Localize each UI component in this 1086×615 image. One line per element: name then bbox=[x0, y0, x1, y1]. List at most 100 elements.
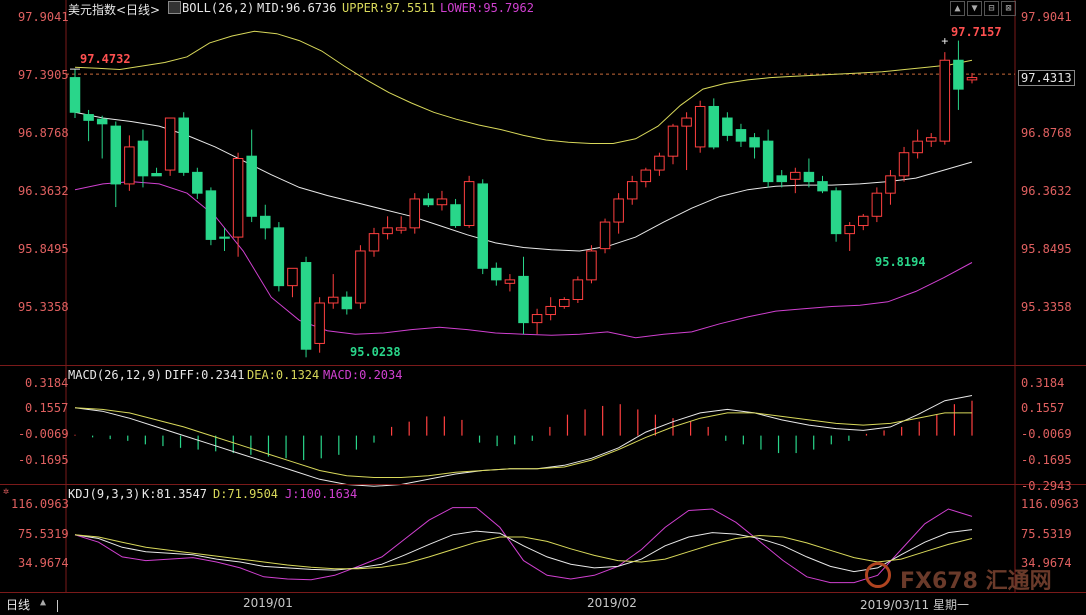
panel-separator-macd bbox=[0, 365, 1086, 366]
macd-label: MACD(26,12,9) bbox=[68, 368, 162, 382]
candle-body bbox=[708, 105, 720, 148]
candle-body bbox=[423, 198, 434, 206]
price-tick-left: 95.3358 bbox=[18, 300, 69, 314]
candle-body bbox=[314, 302, 325, 344]
candle-body bbox=[463, 181, 475, 227]
kdj-k-line bbox=[74, 529, 973, 573]
candle-body bbox=[355, 250, 366, 304]
period-tab[interactable]: 日线 bbox=[6, 596, 30, 613]
macd-dea-value: DEA:0.1324 bbox=[247, 368, 320, 382]
close-panel-icon[interactable]: ⊠ bbox=[1001, 1, 1016, 16]
kdj-tick-left: 75.5319 bbox=[18, 527, 69, 541]
candle-body bbox=[762, 140, 774, 183]
scroll-up-icon[interactable]: ▲ bbox=[950, 1, 965, 16]
price-tick-left: 95.8495 bbox=[18, 242, 69, 256]
macd-diff-value: DIFF:0.2341 bbox=[165, 368, 245, 382]
macd-tick-right: -0.1695 bbox=[1021, 453, 1072, 467]
boll-lower-value: LOWER:95.7962 bbox=[440, 1, 534, 15]
candle-body bbox=[436, 198, 448, 206]
kdj-tick-right: 75.5319 bbox=[1021, 527, 1072, 541]
candle-body bbox=[137, 140, 149, 177]
candle-body bbox=[69, 77, 81, 113]
macd-value: MACD:0.2034 bbox=[323, 368, 403, 382]
candle-body bbox=[219, 236, 230, 239]
candle-body bbox=[966, 77, 978, 81]
watermark-logo-icon bbox=[865, 562, 891, 588]
instrument-title: 美元指数<日线> bbox=[68, 3, 161, 17]
price-tick-left: 96.3632 bbox=[18, 184, 69, 198]
candle-body bbox=[871, 192, 883, 217]
macd-dea-line bbox=[74, 407, 972, 478]
candle-body bbox=[735, 129, 747, 142]
scroll-down-icon[interactable]: ▼ bbox=[967, 1, 982, 16]
macd-tick-right: -0.0069 bbox=[1021, 427, 1072, 441]
boll-upper-line bbox=[74, 30, 973, 144]
candle-body bbox=[599, 221, 611, 250]
settings-gear-icon[interactable]: ✲ bbox=[3, 486, 9, 497]
candle-body bbox=[925, 137, 937, 142]
kdj-d-value: D:71.9504 bbox=[213, 487, 279, 501]
macd-tick-left: 0.3184 bbox=[25, 376, 69, 390]
candle-body bbox=[327, 296, 339, 304]
candle-body bbox=[626, 181, 638, 200]
candle-body bbox=[205, 190, 217, 240]
grid-lines bbox=[65, 0, 1016, 592]
candle-body bbox=[681, 117, 692, 127]
candle-body bbox=[300, 262, 312, 350]
minimize-panel-icon[interactable]: ⊟ bbox=[984, 1, 999, 16]
last-date-label: 2019/03/11 星期一 bbox=[860, 598, 969, 612]
candle-body bbox=[830, 190, 842, 235]
candle-body bbox=[83, 114, 94, 121]
kdj-k-value: K:81.3547 bbox=[142, 487, 208, 501]
low-price-label-mar: 95.8194 bbox=[875, 255, 926, 269]
macd-tick-right: 0.3184 bbox=[1021, 376, 1065, 390]
candle-body bbox=[694, 105, 706, 148]
candle-body bbox=[477, 183, 488, 269]
price-tick-left: 97.3905 bbox=[18, 68, 69, 82]
candle-body bbox=[817, 181, 828, 192]
candle-body bbox=[559, 299, 570, 307]
candlestick-series bbox=[69, 40, 978, 358]
kdj-d-line bbox=[74, 534, 973, 570]
price-tick-left: 96.8768 bbox=[18, 126, 69, 140]
kdj-tick-left: 116.0963 bbox=[11, 497, 69, 511]
macd-tick-left: -0.0069 bbox=[18, 427, 69, 441]
boll-label: BOLL(26,2) bbox=[182, 1, 255, 15]
candle-body bbox=[246, 155, 257, 217]
candle-body bbox=[898, 152, 910, 177]
x-date-label: 2019/01 bbox=[243, 596, 293, 610]
candle-body bbox=[287, 267, 298, 287]
x-date-label: 2019/02 bbox=[587, 596, 637, 610]
price-tick-right: 96.8768 bbox=[1021, 126, 1072, 140]
price-tick-left: 97.9041 bbox=[18, 10, 69, 24]
price-tick-right: 95.3358 bbox=[1021, 300, 1072, 314]
candle-body bbox=[110, 125, 122, 185]
candle-body bbox=[776, 175, 787, 183]
candle-body bbox=[586, 250, 597, 281]
macd-tick-left: 0.1557 bbox=[25, 401, 69, 415]
candle-body bbox=[124, 146, 135, 185]
chart-canvas bbox=[65, 0, 1016, 592]
candle-body bbox=[667, 125, 679, 157]
boll-upper-value: UPPER:97.5511 bbox=[342, 1, 436, 15]
kdj-tick-right: 116.0963 bbox=[1021, 497, 1079, 511]
period-dropdown-icon[interactable]: ▲ bbox=[40, 597, 46, 608]
candle-body bbox=[844, 225, 855, 235]
kdj-j-value: J:100.1634 bbox=[285, 487, 358, 501]
candle-body bbox=[260, 215, 271, 229]
macd-diff-line bbox=[74, 395, 973, 487]
candle-body bbox=[232, 157, 244, 238]
candle-body bbox=[178, 117, 189, 173]
candle-body bbox=[953, 59, 964, 90]
candle-body bbox=[939, 59, 951, 142]
watermark-text: FX678 汇通网 bbox=[900, 569, 1052, 594]
candle-body bbox=[341, 296, 353, 310]
candle-body bbox=[96, 118, 108, 125]
candle-body bbox=[450, 204, 461, 227]
kdj-tick-left: 34.9674 bbox=[18, 556, 69, 570]
boll-toggle-icon[interactable] bbox=[168, 1, 181, 14]
high-price-label: 97.7157 bbox=[951, 25, 1002, 39]
kdj-j-line bbox=[74, 507, 973, 584]
macd-tick-right: 0.1557 bbox=[1021, 401, 1065, 415]
candle-body bbox=[151, 173, 162, 177]
